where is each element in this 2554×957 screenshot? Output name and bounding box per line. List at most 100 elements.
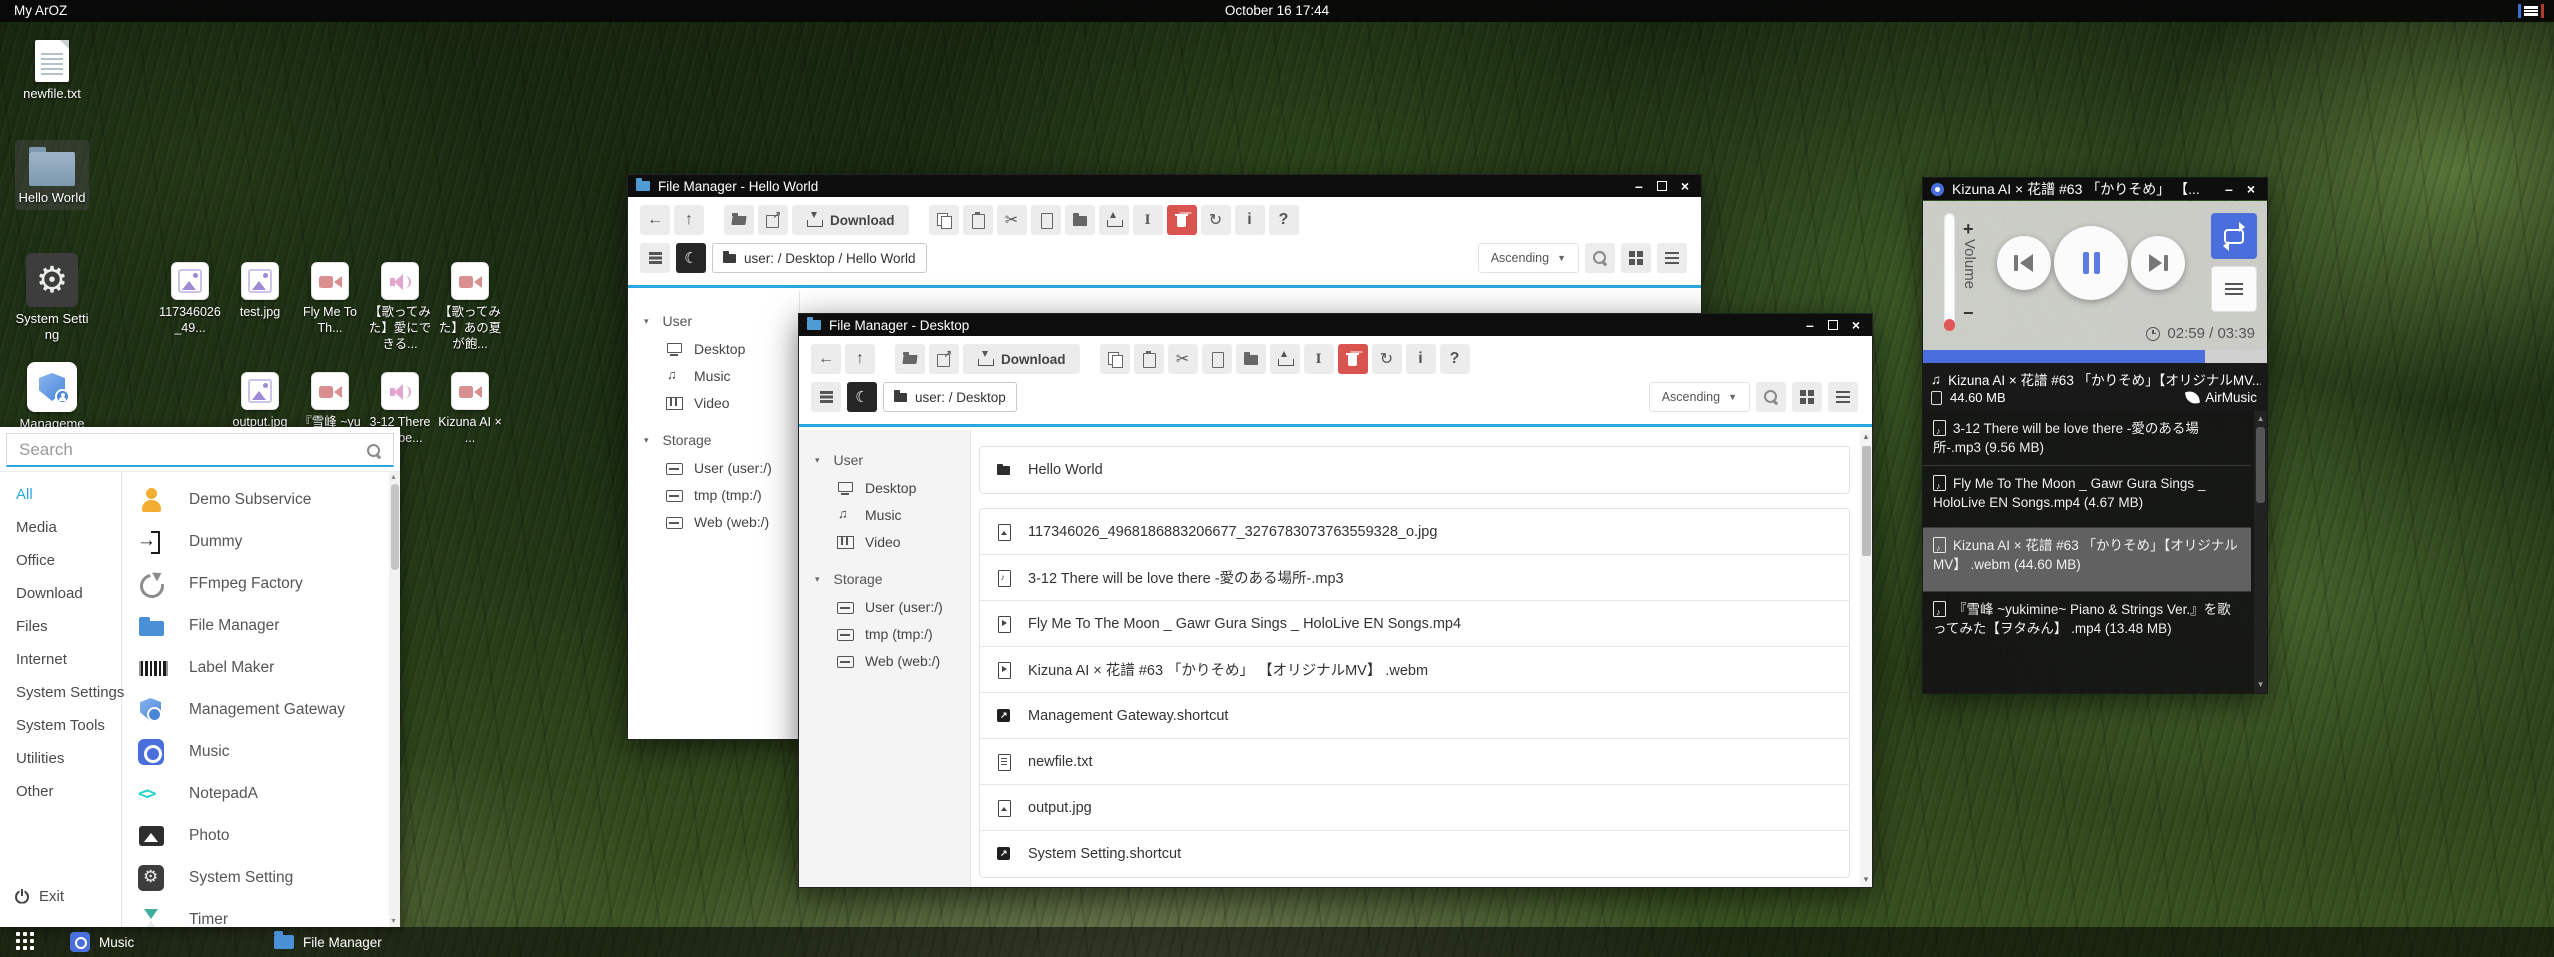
rename-button[interactable]: I xyxy=(1133,205,1163,235)
new-file-button[interactable] xyxy=(1202,344,1232,374)
maximize-button[interactable] xyxy=(1828,320,1838,330)
upload-button[interactable] xyxy=(1270,344,1300,374)
grid-view-button[interactable] xyxy=(1792,382,1822,412)
sidebar-item-web-drive[interactable]: Web (web:/) xyxy=(628,508,799,535)
theme-toggle-button[interactable]: ☾ xyxy=(847,382,877,412)
refresh-button[interactable]: ↻ xyxy=(1372,344,1402,374)
sidebar-item-video[interactable]: Video xyxy=(799,528,970,555)
minimize-button[interactable]: – xyxy=(1635,179,1643,193)
desktop-icon-media[interactable]: Kizuna AI × ... xyxy=(438,372,502,446)
open-new-window-button[interactable] xyxy=(929,344,959,374)
sidebar-section-storage[interactable]: ▾Storage xyxy=(799,565,970,593)
sort-dropdown[interactable]: Ascending▼ xyxy=(1649,382,1750,412)
desktop-icon-media[interactable]: test.jpg xyxy=(228,262,292,320)
app-item-demo-subservice[interactable]: Demo Subservice xyxy=(137,482,311,518)
file-row[interactable]: Fly Me To The Moon _ Gawr Gura Sings _ H… xyxy=(980,601,1849,647)
sidebar-item-tmp-drive[interactable]: tmp (tmp:/) xyxy=(628,481,799,508)
desktop-icon-media[interactable]: 【歌ってみた】愛にできる... xyxy=(368,262,432,352)
pause-button[interactable] xyxy=(2054,226,2128,300)
search-box[interactable] xyxy=(6,433,394,467)
taskbar-item-music[interactable]: Music xyxy=(70,927,134,957)
playlist-item[interactable]: 『雪峰 ~yukimine~ Piano & Strings Ver.』を歌って… xyxy=(1923,592,2251,672)
open-button[interactable] xyxy=(724,205,754,235)
volume-slider-handle[interactable] xyxy=(1944,319,1955,331)
progress-bar[interactable] xyxy=(1923,350,2267,363)
sidebar-item-desktop[interactable]: Desktop xyxy=(799,474,970,501)
category-system-settings[interactable]: System Settings xyxy=(16,684,124,701)
back-button[interactable]: ← xyxy=(640,205,670,235)
copy-button[interactable] xyxy=(929,205,959,235)
scroll-up-icon[interactable]: ▲ xyxy=(390,474,397,481)
minimize-button[interactable]: – xyxy=(2225,182,2233,196)
app-item-ffmpeg-factory[interactable]: FFmpeg Factory xyxy=(137,566,303,602)
category-download[interactable]: Download xyxy=(16,585,83,602)
playlist-item[interactable]: Fly Me To The Moon _ Gawr Gura Sings _ H… xyxy=(1923,466,2251,528)
upload-button[interactable] xyxy=(1099,205,1129,235)
sidebar-section-storage[interactable]: ▾Storage xyxy=(628,426,799,454)
window-titlebar[interactable]: File Manager - Hello World – × xyxy=(628,175,1701,197)
scroll-up-icon[interactable]: ▲ xyxy=(1862,433,1870,441)
file-row[interactable]: System Setting.shortcut xyxy=(980,831,1849,877)
category-other[interactable]: Other xyxy=(16,783,54,800)
menu-button[interactable] xyxy=(811,382,841,412)
app-item-label-maker[interactable]: Label Maker xyxy=(137,650,274,686)
paste-button[interactable] xyxy=(1134,344,1164,374)
scrollbar-thumb[interactable] xyxy=(1862,446,1871,556)
delete-button[interactable] xyxy=(1167,205,1197,235)
window-titlebar[interactable]: File Manager - Desktop – × xyxy=(799,314,1872,336)
volume-down-label[interactable]: − xyxy=(1963,303,1974,324)
help-button[interactable]: ? xyxy=(1440,344,1470,374)
menu-button[interactable] xyxy=(640,243,670,273)
file-row[interactable]: 117346026_4968186883206677_3276783073763… xyxy=(980,509,1849,555)
volume-up-label[interactable]: + xyxy=(1963,219,1974,240)
category-all[interactable]: All xyxy=(16,486,33,503)
copy-button[interactable] xyxy=(1100,344,1130,374)
repeat-button[interactable] xyxy=(2211,213,2257,259)
desktop-icon-media[interactable]: Fly Me To Th... xyxy=(298,262,362,336)
file-row[interactable]: 3-12 There will be love there -愛のある場所-.m… xyxy=(980,555,1849,601)
app-item-file-manager[interactable]: File Manager xyxy=(137,608,279,644)
file-row[interactable]: Kizuna AI × 花譜 #63 「かりそめ」 【オリジナルMV】 .web… xyxy=(980,647,1849,693)
open-button[interactable] xyxy=(895,344,925,374)
new-file-button[interactable] xyxy=(1031,205,1061,235)
info-button[interactable]: i xyxy=(1406,344,1436,374)
delete-button[interactable] xyxy=(1338,344,1368,374)
search-button[interactable] xyxy=(1585,243,1615,273)
breadcrumb[interactable]: user: / Desktop xyxy=(883,382,1017,412)
rename-button[interactable]: I xyxy=(1304,344,1334,374)
hamburger-icon[interactable] xyxy=(2518,4,2544,18)
sidebar-section-user[interactable]: ▾User xyxy=(799,446,970,474)
scroll-down-icon[interactable]: ▼ xyxy=(2257,681,2265,689)
window-titlebar[interactable]: Kizuna AI × 花譜 #63 「かりそめ」 【... – × xyxy=(1923,178,2267,200)
search-input[interactable] xyxy=(7,434,393,465)
playlist-item-selected[interactable]: Kizuna AI × 花譜 #63 「かりそめ」【オリジナルMV】 .webm… xyxy=(1923,528,2251,592)
scrollbar[interactable]: ▲ ▼ xyxy=(1860,430,1872,887)
app-item-music[interactable]: Music xyxy=(137,734,229,770)
close-button[interactable]: × xyxy=(2247,182,2255,196)
taskbar-item-file-manager[interactable]: File Manager xyxy=(274,927,382,957)
refresh-button[interactable]: ↻ xyxy=(1201,205,1231,235)
up-button[interactable]: ↑ xyxy=(845,344,875,374)
desktop-icon-media[interactable]: 【歌ってみた】あの夏が飽... xyxy=(438,262,502,352)
help-button[interactable]: ? xyxy=(1269,205,1299,235)
category-internet[interactable]: Internet xyxy=(16,651,67,668)
download-button[interactable]: Download xyxy=(963,344,1080,374)
up-button[interactable]: ↑ xyxy=(674,205,704,235)
sidebar-item-user-drive[interactable]: User (user:/) xyxy=(628,454,799,481)
category-office[interactable]: Office xyxy=(16,552,55,569)
file-row[interactable]: output.jpg xyxy=(980,785,1849,831)
volume-slider[interactable] xyxy=(1944,213,1955,331)
sidebar-section-user[interactable]: ▾User xyxy=(628,307,799,335)
desktop-icon-media[interactable]: 117346026_49... xyxy=(158,262,222,336)
exit-button[interactable]: Exit xyxy=(14,888,64,905)
scroll-up-icon[interactable]: ▲ xyxy=(2257,415,2265,423)
desktop-icon-media[interactable]: output.jpg xyxy=(228,372,292,430)
scrollbar-thumb[interactable] xyxy=(2256,427,2265,503)
download-button[interactable]: Download xyxy=(792,205,909,235)
file-row[interactable]: Management Gateway.shortcut xyxy=(980,693,1849,739)
scroll-down-icon[interactable]: ▼ xyxy=(1862,876,1870,884)
airmusic-button[interactable]: AirMusic xyxy=(2186,390,2257,405)
file-row[interactable]: Hello World xyxy=(980,447,1849,493)
close-button[interactable]: × xyxy=(1852,318,1860,332)
close-button[interactable]: × xyxy=(1681,179,1689,193)
